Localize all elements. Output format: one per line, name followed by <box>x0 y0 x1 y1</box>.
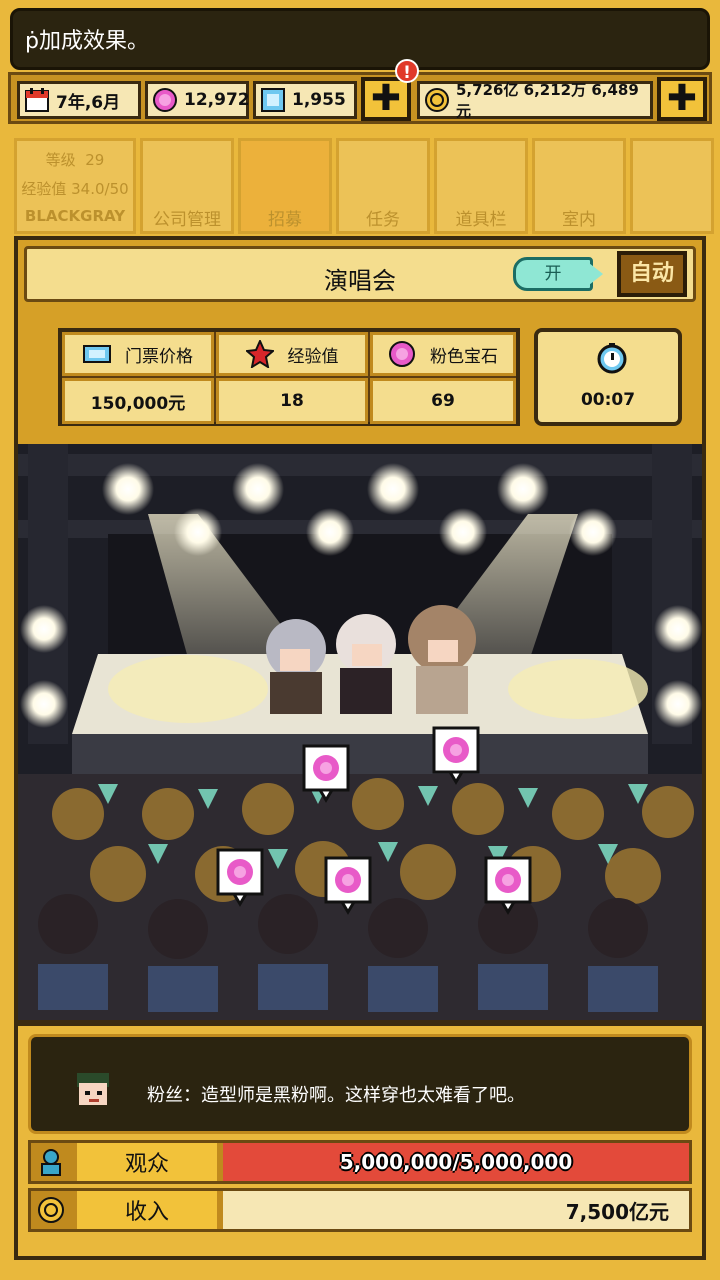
diamond-icon <box>261 88 285 112</box>
pink-gem-header-label: 粉色宝石 <box>430 346 498 367</box>
tab-interior: 室内 <box>532 138 626 234</box>
ticket-price-header: 门票价格 <box>62 332 214 376</box>
level-value: 29 <box>85 151 105 169</box>
stage-illustration <box>18 444 702 1024</box>
audience-label: 观众 <box>77 1143 217 1181</box>
resource-bar: 7年,6月 12,972 1,955 ✚ ! 5,726亿 6,212万 6,4… <box>8 59 712 124</box>
pink-gem-count: 12,972 <box>184 90 250 110</box>
coin-icon <box>38 1197 64 1223</box>
toggle-on-button[interactable]: 开 <box>513 257 593 291</box>
concert-stats-table: 门票价格 经验值 粉色宝石 150,000元 18 69 <box>58 328 520 426</box>
ticket-icon <box>83 345 111 363</box>
concert-stage-scene <box>14 444 706 1024</box>
income-label: 收入 <box>77 1191 217 1229</box>
exp-value: 18 <box>216 378 368 424</box>
fan-comment-text: 粉丝：造型师是黑粉啊。这样穿也太难看了吧。 <box>147 1085 525 1106</box>
money-counter: 5,726亿 6,212万 6,489元 <box>417 81 653 120</box>
ticket-price-value: 150,000元 <box>62 378 214 424</box>
tab-recruit: 招募 <box>238 138 332 234</box>
alert-badge: ! <box>395 59 419 83</box>
tab-company-management: 公司管理 <box>140 138 234 234</box>
pink-gem-icon <box>389 341 415 367</box>
exp-label: 经验值 <box>21 180 67 198</box>
level-label: 等级 <box>45 151 76 169</box>
game-screen: ṗ加成效果。 7年,6月 12,972 1,955 ✚ ! 5,726亿 6,2… <box>0 0 720 1280</box>
audience-icon <box>41 1149 61 1176</box>
concert-footer: 粉丝：造型师是黑粉啊。这样穿也太难看了吧。 观众 5,000,000/5,000… <box>14 1020 706 1260</box>
add-money-button[interactable]: ✚ <box>657 77 707 121</box>
toggle-arrow-icon <box>589 263 603 285</box>
clock-icon <box>597 343 627 374</box>
exp-header-label: 经验值 <box>287 346 339 367</box>
exp-value: 34.0/50 <box>71 180 129 198</box>
add-gems-button[interactable]: ✚ <box>361 77 411 121</box>
idol-group <box>266 605 476 714</box>
tab-inventory: 道具栏 <box>434 138 528 234</box>
date-display: 7年,6月 <box>17 81 141 119</box>
money-amount: 5,726亿 6,212万 6,489元 <box>456 81 639 120</box>
diamond-count: 1,955 <box>292 90 346 110</box>
news-marquee: ṗ加成效果。 <box>10 8 710 70</box>
company-name: BLACKGRAY <box>24 207 126 225</box>
coin-icon <box>425 88 449 112</box>
concert-timer: 00:07 <box>534 328 682 426</box>
pink-gem-icon <box>153 88 177 112</box>
income-row: 收入 7,500亿元 <box>28 1188 692 1232</box>
income-value: 7,500亿元 <box>223 1191 689 1229</box>
date-text: 7年,6月 <box>56 92 121 113</box>
marquee-text: ṗ加成效果。 <box>25 29 149 54</box>
tab-tasks: 任务 <box>336 138 430 234</box>
concert-title-bar: 演唱会 开 自动 <box>24 246 696 302</box>
company-level-card: 等级 29 经验值 34.0/50 BLACKGRAY <box>14 138 136 234</box>
audience-bar: 5,000,000/5,000,000 <box>223 1143 689 1181</box>
fan-avatar-icon <box>77 1073 109 1105</box>
pink-gem-value: 69 <box>370 378 516 424</box>
calendar-icon <box>25 88 49 112</box>
timer-value: 00:07 <box>580 390 636 410</box>
star-icon <box>245 340 274 368</box>
mail-icon <box>630 138 714 234</box>
background-menu: 等级 29 经验值 34.0/50 BLACKGRAY 公司管理 招募 任务 道… <box>14 138 714 234</box>
diamond-counter: 1,955 <box>253 81 357 119</box>
pink-gem-header: 粉色宝石 <box>370 332 516 376</box>
ticket-price-label: 门票价格 <box>125 346 193 367</box>
auto-button[interactable]: 自动 <box>617 251 687 297</box>
fan-comment-box: 粉丝：造型师是黑粉啊。这样穿也太难看了吧。 <box>28 1034 692 1134</box>
concert-panel: 演唱会 开 自动 门票价格 经验值 粉色宝石 150,000元 18 69 00… <box>14 236 706 444</box>
exp-header: 经验值 <box>216 332 368 376</box>
audience-row: 观众 5,000,000/5,000,000 <box>28 1140 692 1184</box>
pink-gem-counter: 12,972 <box>145 81 250 119</box>
